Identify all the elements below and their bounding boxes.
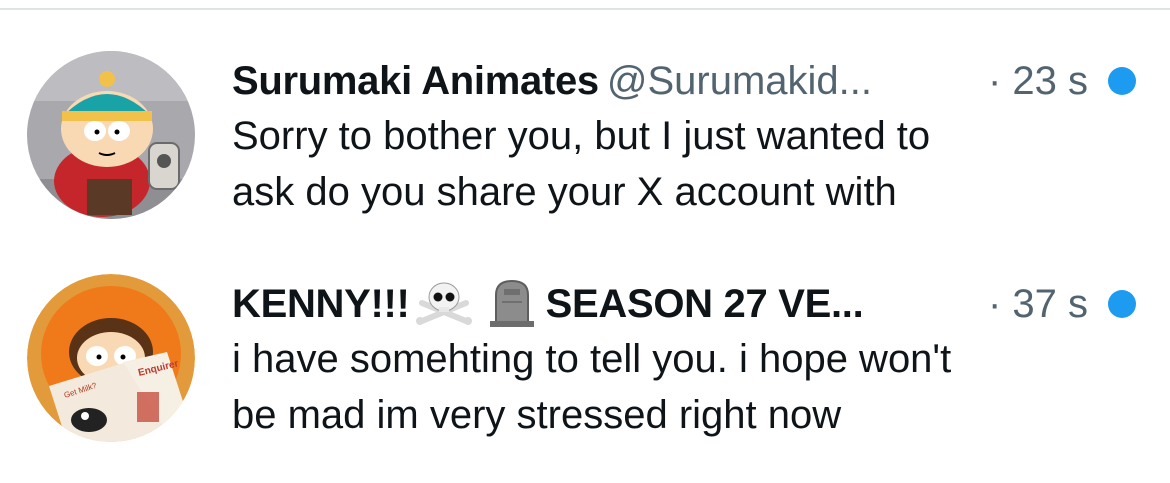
conversation-header: Surumaki Animates @Surumakid... · 23 s	[232, 52, 1170, 110]
display-name-part: KENNY!!!	[232, 282, 410, 326]
unread-indicator-icon	[1108, 67, 1136, 95]
display-name-part: SEASON 27 VE...	[545, 282, 864, 326]
message-preview: Sorry to bother you, but I just wanted t…	[232, 108, 1132, 220]
message-preview: i have somehting to tell you. i hope won…	[232, 331, 1132, 443]
message-line: ask do you share your X account with	[232, 170, 897, 214]
avatar[interactable]: Get Milk? Enquirer	[27, 274, 195, 442]
message-line: be mad im very stressed right now	[232, 393, 842, 437]
conversation-item-kenny[interactable]: Get Milk? Enquirer KENNY!!! SEASON 27 VE…	[0, 263, 1170, 463]
message-line: Sorry to bother you, but I just wanted t…	[232, 114, 931, 158]
timestamp: · 23 s	[987, 59, 1088, 103]
display-name[interactable]: KENNY!!! SEASON 27 VE...	[232, 280, 864, 328]
unread-indicator-icon	[1108, 290, 1136, 318]
display-name[interactable]: Surumaki Animates	[232, 59, 599, 103]
conversation-item-surumaki[interactable]: Surumaki Animates @Surumakid... · 23 s So…	[0, 40, 1170, 240]
avatar[interactable]	[27, 51, 195, 219]
timestamp: · 37 s	[987, 282, 1088, 326]
kenny-avatar-icon: Get Milk? Enquirer	[27, 274, 195, 442]
cartman-avatar-icon	[27, 51, 195, 219]
skull-and-crossbones-icon	[415, 282, 472, 326]
user-handle: @Surumakid...	[606, 59, 873, 103]
message-line: i have somehting to tell you. i hope won…	[232, 337, 952, 381]
conversation-header: KENNY!!! SEASON 27 VE... · 37 s	[232, 275, 1170, 333]
headstone-icon	[489, 280, 534, 328]
top-divider	[0, 8, 1170, 10]
